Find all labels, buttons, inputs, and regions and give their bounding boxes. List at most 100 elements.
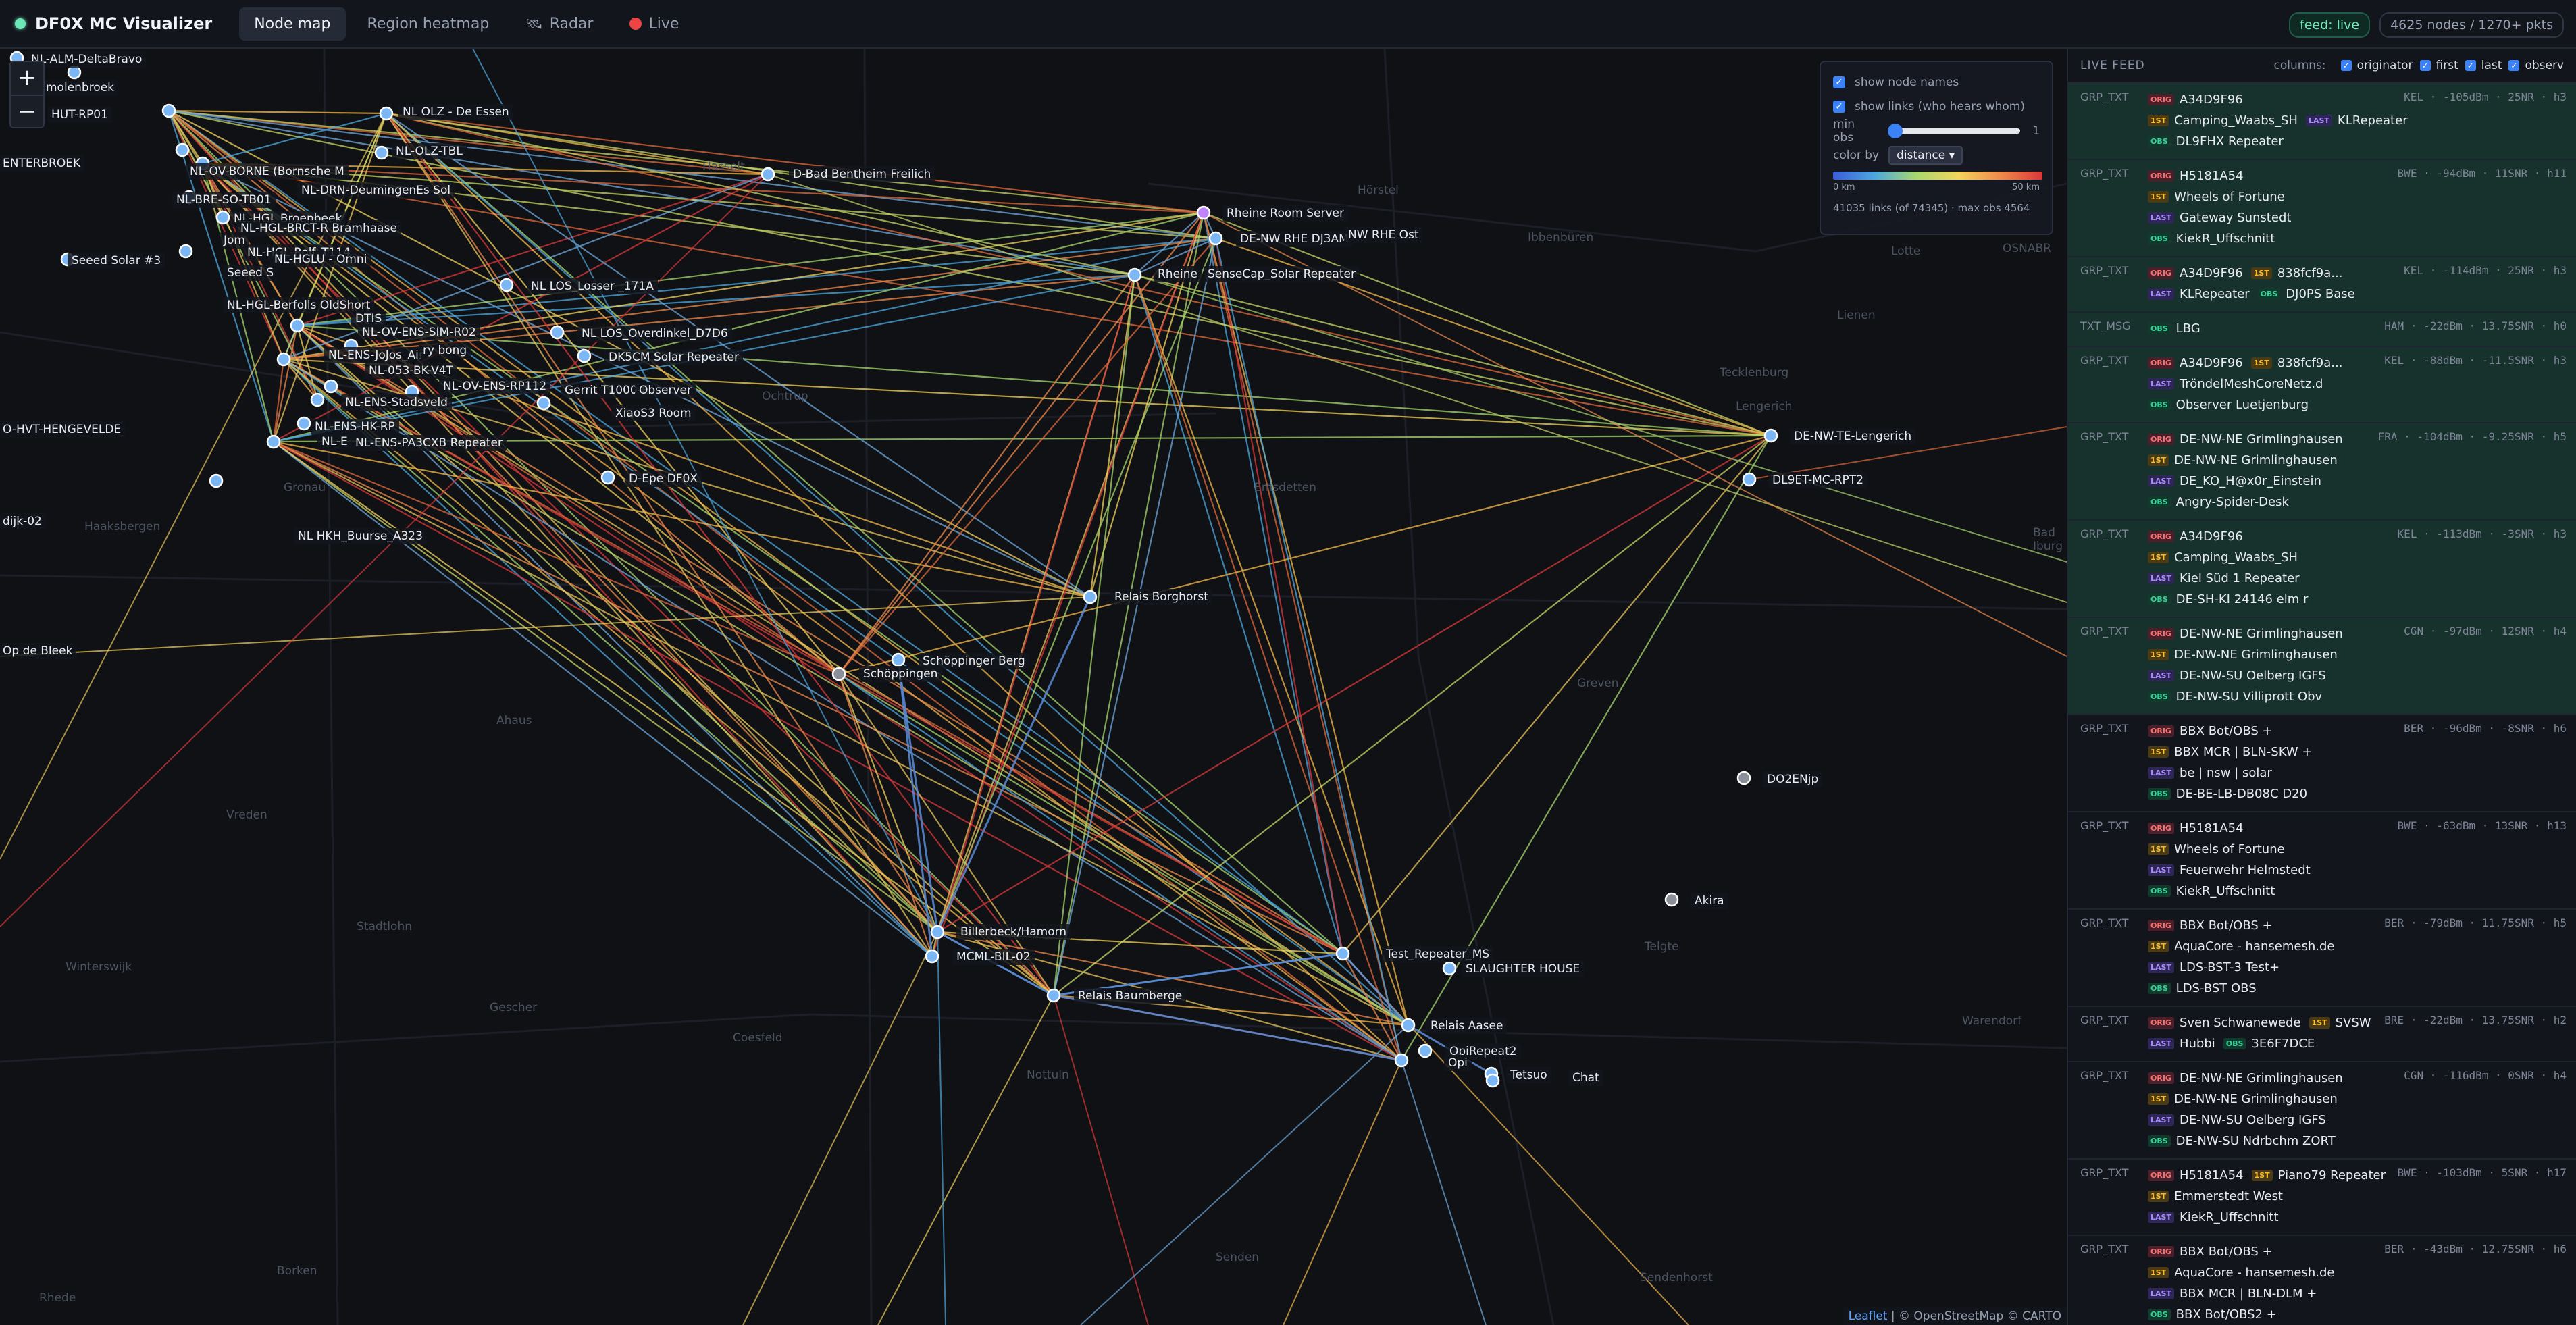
node-marker[interactable]	[600, 470, 615, 485]
node-name[interactable]: DE-NW-NE Grimlinghausen	[2180, 432, 2343, 446]
node-name[interactable]: Camping_Waabs_SH	[2174, 550, 2298, 565]
node-label[interactable]: DL9ET-MC-RPT2	[1768, 472, 1868, 488]
feed-entry[interactable]: GRP_TXT KEL · -105dBm · 25NR · h3 ORIG A34D…	[2068, 84, 2576, 160]
feed-entry[interactable]: GRP_TXT KEL · -88dBm · -11.5SNR · h3 ORIG A…	[2068, 347, 2576, 423]
node-marker[interactable]	[1208, 231, 1223, 246]
node-marker[interactable]	[1046, 988, 1061, 1003]
node-label[interactable]: NL LOS_Overdinkel_D7D6	[577, 326, 732, 342]
feed-entry[interactable]: GRP_TXT BER · -79dBm · 11.75SNR · h5 ORIG B…	[2068, 910, 2576, 1007]
node-marker[interactable]	[1742, 472, 1757, 487]
feed-entry[interactable]: GRP_TXT KEL · -114dBm · 25NR · h3 ORIG A34D…	[2068, 257, 2576, 313]
node-label[interactable]: Rheine	[1154, 266, 1202, 282]
node-label[interactable]: NW RHE Ost	[1344, 227, 1423, 243]
node-label[interactable]: Seeed Solar #3	[68, 253, 165, 269]
node-label[interactable]: HUT-RP01	[47, 107, 112, 123]
node-label[interactable]: Op de Bleek	[0, 643, 77, 659]
node-label[interactable]: NL-ENS-PA3CXB Repeater	[351, 435, 507, 451]
node-name[interactable]: DE-NW-NE Grimlinghausen	[2174, 453, 2338, 467]
tab-region-heatmap[interactable]: Region heatmap	[353, 7, 505, 41]
node-marker[interactable]	[67, 65, 82, 80]
node-name[interactable]: BBX Bot/OBS2 +	[2176, 1307, 2277, 1322]
node-name[interactable]: Emmerstedt West	[2174, 1189, 2283, 1203]
node-name[interactable]: Angry-Spider-Desk	[2176, 495, 2289, 509]
node-marker[interactable]	[499, 278, 514, 292]
node-name[interactable]: 838fcf9a...	[2277, 356, 2343, 370]
node-label[interactable]: Test_Repeater_MS	[1382, 946, 1494, 962]
node-label[interactable]: ENTERBROEK	[0, 155, 85, 172]
show-links-toggle[interactable]: ✓ show links (who hears whom)	[1833, 95, 2040, 119]
column-originator-toggle[interactable]: ✓ originator	[2340, 59, 2413, 72]
node-label[interactable]: SenseCap_Solar Repeater	[1204, 266, 1360, 282]
node-marker[interactable]	[536, 396, 551, 411]
feed-entry[interactable]: GRP_TXT CGN · -97dBm · 12SNR · h4 ORIG DE-N…	[2068, 618, 2576, 715]
node-label[interactable]: Schöppingen	[859, 666, 942, 682]
feed-entry[interactable]: GRP_TXT CGN · -116dBm · 0SNR · h4 ORIG DE-N…	[2068, 1062, 2576, 1160]
node-marker[interactable]	[1418, 1043, 1433, 1058]
node-name[interactable]: DE-NW-SU Ndrbchm ZORT	[2176, 1134, 2336, 1148]
tab-node-map[interactable]: Node map	[239, 7, 346, 41]
node-label[interactable]: Relais Aasee	[1426, 1018, 1508, 1034]
node-label[interactable]: NL LOS_Losser _171A	[527, 278, 658, 294]
node-label[interactable]: NL-OV-ENS-SIM-R02	[358, 324, 480, 340]
node-label[interactable]: NL-ALM-DeltaBravo	[27, 51, 147, 68]
node-marker[interactable]	[379, 106, 394, 121]
node-name[interactable]: 838fcf9a...	[2277, 266, 2343, 280]
node-name[interactable]: BBX MCR | BLN-DLM +	[2180, 1287, 2317, 1301]
node-marker[interactable]	[266, 434, 281, 449]
node-name[interactable]: Kiel Süd 1 Repeater	[2180, 571, 2300, 586]
color-by-select[interactable]: distance ▾	[1888, 146, 1963, 165]
node-name[interactable]: KLRepeater	[2180, 287, 2250, 301]
node-name[interactable]: DE-NW-NE Grimlinghausen	[2174, 1092, 2338, 1106]
node-label[interactable]: D-Epe DF0X	[625, 471, 702, 487]
node-marker[interactable]	[215, 210, 230, 225]
node-name[interactable]: AquaCore - hansemesh.de	[2174, 1266, 2334, 1280]
node-label[interactable]: NL-BRE-SO-TB01	[172, 192, 276, 208]
node-marker[interactable]	[161, 103, 176, 118]
zoom-in-button[interactable]: +	[11, 62, 43, 95]
node-marker[interactable]	[374, 145, 389, 160]
column-first-toggle[interactable]: ✓ first	[2419, 59, 2458, 72]
node-name[interactable]: H5181A54	[2180, 821, 2244, 835]
node-name[interactable]: Hubbi	[2180, 1037, 2215, 1051]
node-marker[interactable]	[1401, 1018, 1416, 1033]
feed-entry[interactable]: GRP_TXT BWE · -63dBm · 13SNR · h13 ORIG H51…	[2068, 812, 2576, 910]
node-label[interactable]: Akira	[1691, 893, 1728, 909]
node-marker[interactable]	[831, 667, 846, 681]
node-name[interactable]: KiekR_Uffschnitt	[2180, 1210, 2279, 1224]
node-label[interactable]: NL-HGL-BRCT-R Bramhaase	[236, 220, 401, 236]
node-label[interactable]: dijk-02	[0, 513, 46, 529]
node-name[interactable]: AquaCore - hansemesh.de	[2174, 939, 2334, 954]
map-canvas[interactable]	[0, 49, 2067, 1325]
node-label[interactable]: Opi	[1444, 1055, 1472, 1071]
node-label[interactable]: Billerbeck/Hamorn	[956, 924, 1071, 940]
node-label[interactable]: Tetsuo	[1506, 1067, 1551, 1083]
node-name[interactable]: BBX Bot/OBS +	[2180, 1245, 2273, 1259]
node-label[interactable]: MCML-BIL-02	[952, 949, 1035, 965]
node-name[interactable]: DE-BE-LB-DB08C D20	[2176, 787, 2307, 801]
node-name[interactable]: Wheels of Fortune	[2174, 190, 2285, 204]
node-name[interactable]: A34D9F96	[2180, 266, 2243, 280]
node-marker[interactable]	[761, 167, 775, 182]
node-name[interactable]: KLRepeater	[2338, 113, 2408, 128]
node-name[interactable]: DE-NW-SU Oelberg IGFS	[2180, 1113, 2326, 1127]
node-label[interactable]: NL-OV-BORNE (Bornsche M	[186, 163, 349, 180]
node-label[interactable]: ry bong	[419, 342, 471, 359]
node-label[interactable]: NL-HGLU - Omni	[270, 251, 371, 267]
node-label[interactable]: NL-DRN-DeumingenEs Sol	[297, 182, 455, 199]
node-marker[interactable]	[324, 379, 338, 394]
node-marker[interactable]	[1335, 946, 1350, 961]
node-name[interactable]: DE_KO_H@x0r_Einstein	[2180, 474, 2321, 488]
node-marker[interactable]	[577, 348, 592, 363]
node-marker[interactable]	[297, 416, 311, 431]
feed-entry[interactable]: GRP_TXT BWE · -94dBm · 11SNR · h11 ORIG H51…	[2068, 160, 2576, 257]
feed-entry[interactable]: GRP_TXT FRA · -104dBm · -9.25SNR · h5 ORIG…	[2068, 423, 2576, 521]
node-label[interactable]: NL OLZ - De Essen	[398, 104, 513, 120]
column-observer-toggle[interactable]: ✓ observ	[2508, 59, 2564, 72]
feed-entry[interactable]: GRP_TXT BER · -43dBm · 12.75SNR · h6 ORIG B…	[2068, 1236, 2576, 1325]
node-marker[interactable]	[1763, 428, 1778, 443]
node-name[interactable]: BBX MCR | BLN-SKW +	[2174, 745, 2312, 759]
node-name[interactable]: Feuerwehr Helmstedt	[2180, 863, 2311, 877]
node-marker[interactable]	[175, 142, 190, 157]
node-label[interactable]: DK5CM Solar Repeater	[604, 349, 744, 365]
node-label[interactable]: Rheine Room Server	[1222, 205, 1348, 222]
